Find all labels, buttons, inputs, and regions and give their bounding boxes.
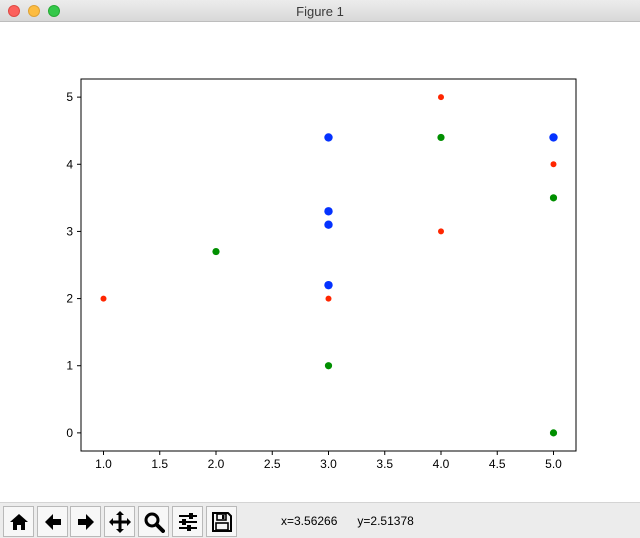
y-tick-label: 2 xyxy=(66,292,73,306)
x-tick-label: 3.0 xyxy=(320,457,337,471)
data-point-series-1 xyxy=(438,228,444,235)
scatter-plot: 1.0 1.5 2.0 2.5 3.0 3.5 4.0 4.5 5.0 0 1 2 3 4 5 xyxy=(66,78,577,471)
data-point-series-2 xyxy=(437,133,445,142)
data-point-series-0 xyxy=(324,133,333,142)
navigation-toolbar: x=3.56266 y=2.51378 xyxy=(0,502,640,538)
zoom-button[interactable] xyxy=(138,506,169,537)
x-tick-label: 1.0 xyxy=(95,457,112,471)
x-tick-label: 5.0 xyxy=(545,457,562,471)
x-tick-label: 2.5 xyxy=(264,457,281,471)
cursor-coordinates: x=3.56266 y=2.51378 xyxy=(281,514,414,528)
cursor-x-readout: x=3.56266 xyxy=(281,514,338,528)
data-point-series-0 xyxy=(549,133,558,142)
x-tick-label: 2.0 xyxy=(208,457,225,471)
y-tick-label: 5 xyxy=(66,90,73,104)
data-point-series-1 xyxy=(100,295,107,302)
back-button[interactable] xyxy=(37,506,68,537)
home-button[interactable] xyxy=(3,506,34,537)
y-tick-label: 3 xyxy=(66,224,73,238)
data-point-series-2 xyxy=(549,429,558,437)
cursor-y-readout: y=2.51378 xyxy=(357,514,414,528)
home-icon xyxy=(9,513,28,530)
data-point-series-1 xyxy=(550,161,557,168)
pan-button[interactable] xyxy=(104,506,135,537)
x-tick-label: 4.0 xyxy=(433,457,450,471)
data-point-series-1 xyxy=(438,94,444,101)
floppy-disk-icon xyxy=(211,511,232,532)
save-button[interactable] xyxy=(206,506,237,537)
x-tick-label: 4.5 xyxy=(489,457,506,471)
window-titlebar: Figure 1 xyxy=(0,0,640,22)
y-tick-label: 1 xyxy=(66,359,73,373)
move-icon xyxy=(108,510,131,533)
window-title: Figure 1 xyxy=(296,4,344,19)
y-tick-label: 0 xyxy=(66,426,73,440)
data-point-series-2 xyxy=(212,247,220,256)
magnifier-icon xyxy=(144,512,165,533)
data-point-series-1 xyxy=(325,295,332,302)
data-point-series-2 xyxy=(549,194,558,202)
data-point-series-2 xyxy=(324,362,333,370)
data-point-series-0 xyxy=(324,220,333,229)
data-point-series-0 xyxy=(324,280,333,290)
arrow-left-icon xyxy=(44,513,61,530)
x-tick-label: 3.5 xyxy=(376,457,393,471)
data-point-series-0 xyxy=(324,207,333,216)
arrow-right-icon xyxy=(77,513,94,530)
sliders-icon xyxy=(178,512,197,531)
y-tick-label: 4 xyxy=(66,157,73,171)
configure-subplots-button[interactable] xyxy=(172,506,203,537)
figure-canvas[interactable]: 1.0 1.5 2.0 2.5 3.0 3.5 4.0 4.5 5.0 0 1 2 3 4 5 xyxy=(0,22,640,502)
forward-button[interactable] xyxy=(70,506,101,537)
x-tick-label: 1.5 xyxy=(151,457,168,471)
